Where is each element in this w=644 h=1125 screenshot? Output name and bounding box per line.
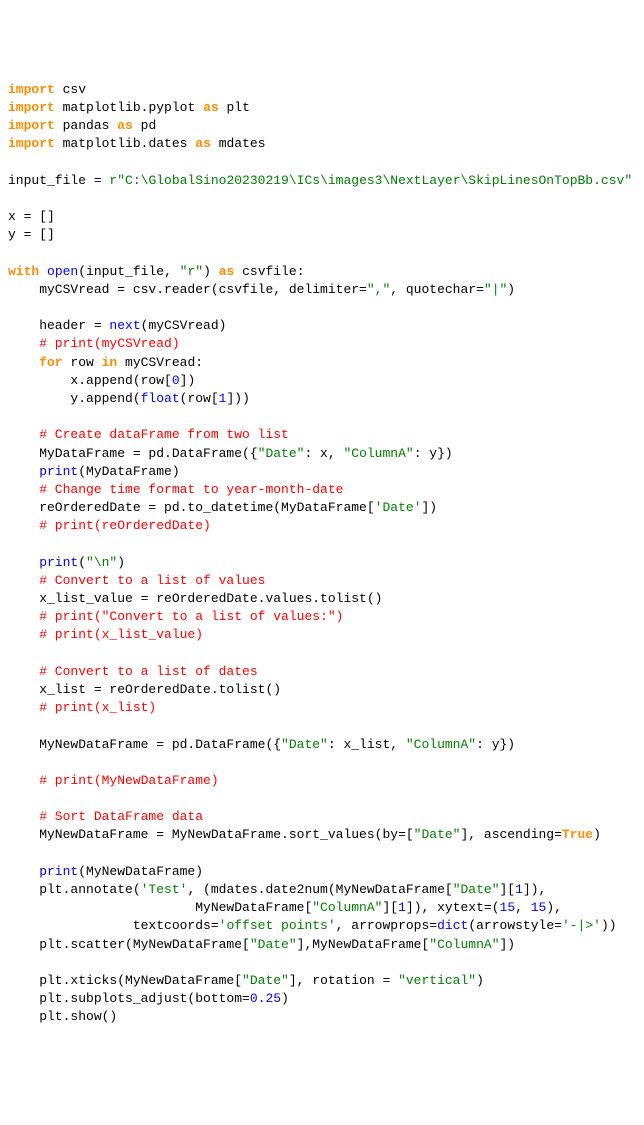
code-line: for row in myCSVread: xyxy=(8,355,203,370)
code-line: with open(input_file, "r") as csvfile: xyxy=(8,264,305,279)
code-line: plt.annotate('Test', (mdates.date2num(My… xyxy=(8,882,546,897)
code-line: # Convert to a list of dates xyxy=(8,664,258,679)
code-line: print(MyDataFrame) xyxy=(8,464,180,479)
code-line: # print(myCSVread) xyxy=(8,336,180,351)
code-line: # print(MyNewDataFrame) xyxy=(8,773,219,788)
code-line: y.append(float(row[1])) xyxy=(8,391,250,406)
code-line: # Create dataFrame from two list xyxy=(8,427,289,442)
code-line: MyNewDataFrame["ColumnA"][1]), xytext=(1… xyxy=(8,900,562,915)
code-line: x_list = reOrderedDate.tolist() xyxy=(8,682,281,697)
code-line: MyDataFrame = pd.DataFrame({"Date": x, "… xyxy=(8,446,453,461)
code-line: # print(reOrderedDate) xyxy=(8,518,211,533)
code-line: textcoords='offset points', arrowprops=d… xyxy=(8,918,617,933)
code-line: plt.show() xyxy=(8,1009,117,1024)
code-line: input_file = r"C:\GlobalSino20230219\ICs… xyxy=(8,173,632,188)
code-line: print("\n") xyxy=(8,555,125,570)
code-line: plt.scatter(MyNewDataFrame["Date"],MyNew… xyxy=(8,937,515,952)
code-line: import matplotlib.pyplot as plt xyxy=(8,100,250,115)
code-line: # print(x_list_value) xyxy=(8,627,203,642)
code-line: MyNewDataFrame = MyNewDataFrame.sort_val… xyxy=(8,827,601,842)
code-line: # Change time format to year-month-date xyxy=(8,482,343,497)
code-line: MyNewDataFrame = pd.DataFrame({"Date": x… xyxy=(8,737,515,752)
code-line: x = [] xyxy=(8,209,55,224)
code-line: header = next(myCSVread) xyxy=(8,318,226,333)
code-line: import pandas as pd xyxy=(8,118,156,133)
code-line: myCSVread = csv.reader(csvfile, delimite… xyxy=(8,282,515,297)
python-code-block: import csv import matplotlib.pyplot as p… xyxy=(8,81,636,1027)
code-line: x.append(row[0]) xyxy=(8,373,195,388)
code-line: # print(x_list) xyxy=(8,700,156,715)
code-line: import csv xyxy=(8,82,86,97)
code-line: # Convert to a list of values xyxy=(8,573,265,588)
code-line: # Sort DataFrame data xyxy=(8,809,203,824)
code-line: x_list_value = reOrderedDate.values.toli… xyxy=(8,591,382,606)
code-line: y = [] xyxy=(8,227,55,242)
code-line: reOrderedDate = pd.to_datetime(MyDataFra… xyxy=(8,500,437,515)
code-line: import matplotlib.dates as mdates xyxy=(8,136,266,151)
code-line: # print("Convert to a list of values:") xyxy=(8,609,343,624)
code-line: plt.xticks(MyNewDataFrame["Date"], rotat… xyxy=(8,973,484,988)
code-line: print(MyNewDataFrame) xyxy=(8,864,203,879)
code-line: plt.subplots_adjust(bottom=0.25) xyxy=(8,991,289,1006)
